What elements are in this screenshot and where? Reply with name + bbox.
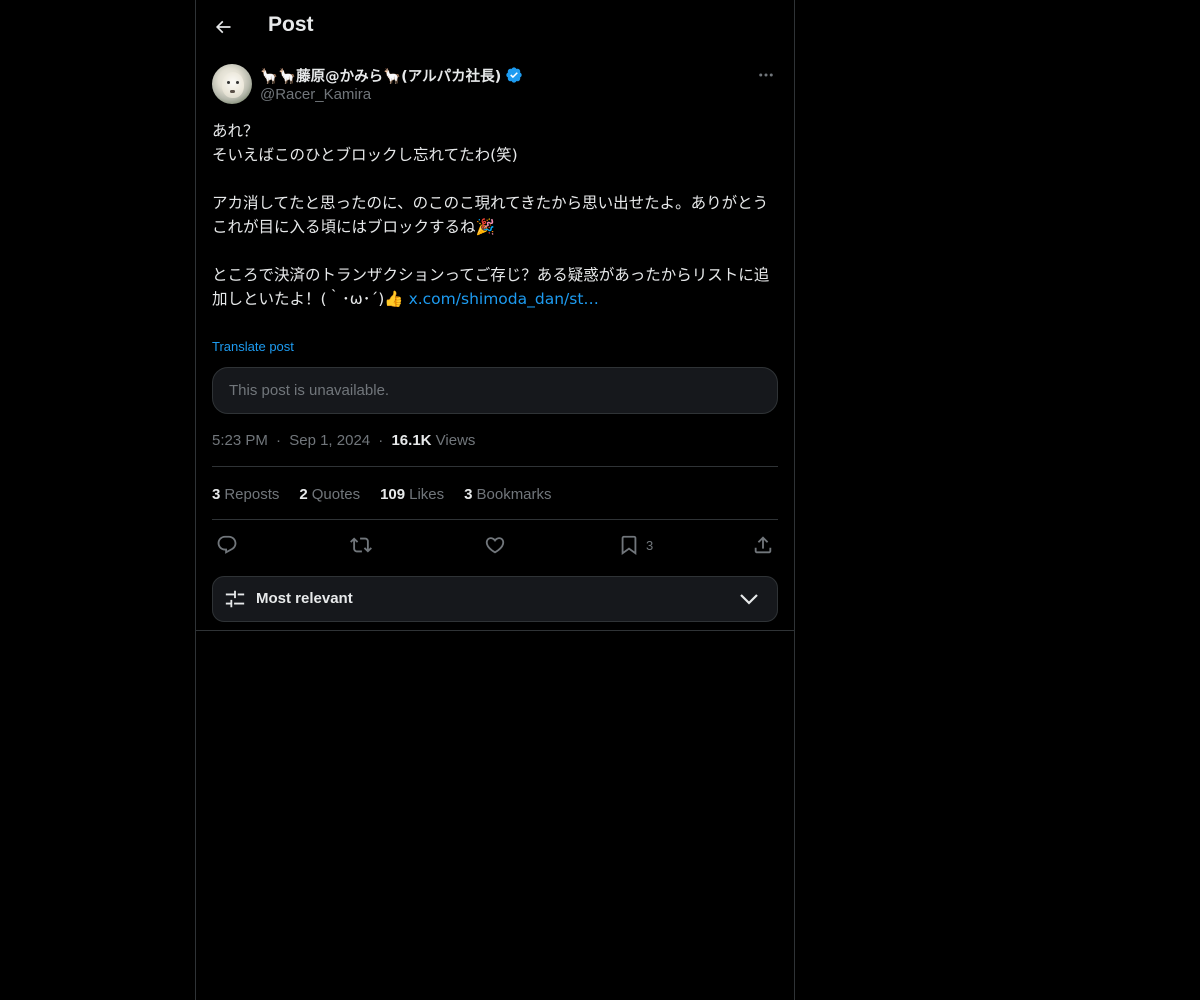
arrow-left-icon: [215, 20, 231, 34]
post-metadata: 5:23 PM · Sep 1, 2024 · 16.1K Views: [212, 432, 475, 449]
likes-stat[interactable]: 109 Likes: [380, 486, 444, 503]
likes-label: Likes: [409, 486, 445, 503]
verified-badge-icon[interactable]: [505, 66, 523, 84]
avatar-eye-right: [236, 81, 239, 84]
action-bar: 3: [212, 532, 778, 558]
meta-separator: ·: [276, 432, 282, 449]
views-label: Views: [435, 432, 476, 449]
quoted-post-unavailable: This post is unavailable.: [212, 367, 778, 414]
repost-button[interactable]: [350, 532, 372, 558]
like-button[interactable]: [484, 532, 506, 558]
bookmarks-label: Bookmarks: [476, 486, 552, 503]
post-time[interactable]: 5:23 PM: [212, 432, 268, 449]
post-text: あれ？ そいえばこのひとブロックし忘れてたわ(笑) アカ消してたと思ったのに、の…: [212, 119, 778, 311]
heart-icon: [485, 537, 505, 554]
avatar[interactable]: [212, 64, 252, 104]
post-text-line: これが目に入る頃にはブロックするね🎉: [212, 218, 495, 236]
reposts-count: 3: [212, 486, 221, 503]
share-icon: [754, 536, 772, 554]
avatar-eye-left: [227, 81, 230, 84]
alpaca-face-image: [222, 72, 244, 98]
primary-column: Post 🦙🦙藤原@かみら🦙(アルパカ社長) @Racer_Kamira あれ？…: [195, 0, 795, 1000]
reply-icon: [217, 535, 237, 554]
divider: [212, 519, 778, 520]
share-button[interactable]: [752, 532, 774, 558]
reply-button[interactable]: [216, 532, 238, 558]
post-text-line: アカ消してたと思ったのに、のこのこ現れてきたから思い出せたよ。ありがとう: [212, 194, 769, 212]
bookmarks-count: 3: [464, 486, 473, 503]
bookmarks-stat[interactable]: 3 Bookmarks: [464, 486, 551, 503]
quotes-stat[interactable]: 2 Quotes: [299, 486, 360, 503]
bookmark-count: 3: [646, 537, 654, 553]
replies-sort-dropdown[interactable]: Most relevant: [212, 576, 778, 622]
quotes-label: Quotes: [311, 486, 361, 503]
reposts-label: Reposts: [224, 486, 280, 503]
reposts-stat[interactable]: 3 Reposts: [212, 486, 279, 503]
page-header: Post: [196, 0, 794, 54]
post-text-line: そいえばこのひとブロックし忘れてたわ(笑): [212, 146, 518, 164]
more-horizontal-icon: [759, 73, 773, 77]
engagement-stats: 3 Reposts 2 Quotes 109 Likes 3 Bookmarks: [212, 486, 572, 503]
sort-label: Most relevant: [256, 590, 353, 607]
bookmark-button[interactable]: 3: [618, 532, 653, 558]
page-title: Post: [268, 13, 314, 36]
repost-icon: [350, 537, 372, 553]
author-handle[interactable]: @Racer_Kamira: [260, 86, 371, 103]
author-name-row[interactable]: 🦙🦙藤原@かみら🦙(アルパカ社長): [260, 64, 523, 86]
post-date[interactable]: Sep 1, 2024: [289, 432, 370, 449]
more-options-button[interactable]: [754, 64, 778, 86]
views-count: 16.1K: [391, 432, 432, 449]
quotes-count: 2: [299, 486, 308, 503]
likes-count: 109: [380, 486, 406, 503]
post-link[interactable]: x.com/shimoda_dan/st…: [409, 290, 599, 308]
back-button[interactable]: [208, 12, 238, 42]
divider: [212, 466, 778, 467]
section-divider: [196, 630, 794, 631]
translate-post-link[interactable]: Translate post: [212, 339, 294, 354]
unavailable-text: This post is unavailable.: [229, 382, 390, 399]
meta-separator: ·: [378, 432, 384, 449]
chevron-down-icon: [740, 594, 758, 605]
avatar-nose: [230, 90, 235, 93]
bookmark-icon: [621, 535, 637, 556]
post-text-line: あれ？: [212, 122, 259, 140]
sliders-icon: [225, 590, 245, 608]
author-display-name[interactable]: 🦙🦙藤原@かみら🦙(アルパカ社長): [260, 65, 501, 86]
